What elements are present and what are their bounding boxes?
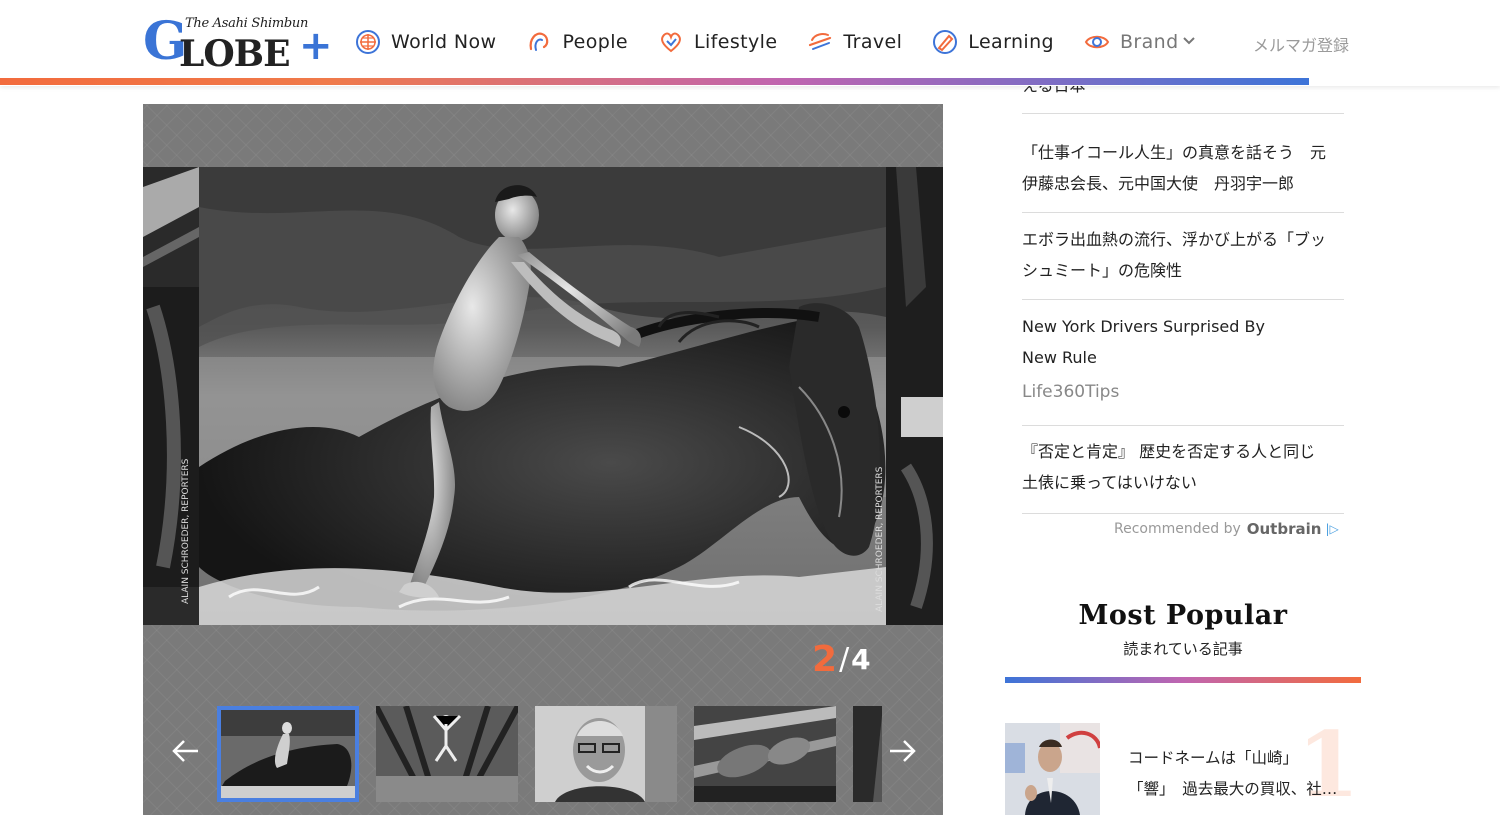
popular-item-thumbnail — [1005, 723, 1100, 815]
popular-item[interactable]: 1 コードネームは「山崎」 「響」 過去最大の買収、社… — [1005, 715, 1362, 815]
photo-credit-right: ALAIN SCHROEDER, REPORTERS — [875, 466, 885, 612]
recommended-line: New Rule — [1022, 348, 1097, 367]
most-popular-subtitle: 読まれている記事 — [1123, 640, 1243, 658]
recommended-line: 土俵に乗ってはいけない — [1022, 473, 1197, 492]
nav-lifestyle[interactable]: Lifestyle — [658, 29, 777, 55]
recommended-line: New York Drivers Surprised By — [1022, 317, 1265, 336]
thumbnail-strip — [217, 706, 882, 802]
outbrain-attribution[interactable]: Recommended by Outbrain |▷ — [1114, 520, 1339, 538]
outbrain-logo: Outbrain — [1246, 520, 1322, 538]
thumbnail-smiling-man[interactable] — [535, 706, 677, 802]
recommended-item[interactable]: 「仕事イコール人生」の真意を話そう 元 伊藤忠会長、元中国大使 丹羽宇一郎 — [1022, 137, 1344, 213]
recommended-line: シュミート」の危険性 — [1022, 261, 1183, 280]
recommended-line: 「仕事イコール人生」の真意を話そう 元 — [1022, 143, 1327, 162]
popular-line: 「響」 過去最大の買収、社… — [1128, 780, 1338, 798]
next-photo-peek[interactable] — [886, 167, 943, 625]
recommended-item[interactable]: 『否定と肯定』 歴史を否定する人と同じ 土俵に乗ってはいけない — [1022, 436, 1344, 514]
recommended-line: エボラ出血熱の流行、浮かび上がる「ブッ — [1022, 230, 1327, 249]
pencil-icon — [932, 29, 958, 55]
site-header: G The Asahi Shimbun LOBE + World Now Peo… — [0, 0, 1500, 86]
recommended-item[interactable]: エボラ出血熱の流行、浮かび上がる「ブッ シュミート」の危険性 — [1022, 224, 1344, 300]
thumbnail-jumping-dancer[interactable] — [376, 706, 518, 802]
heart-icon — [658, 29, 684, 55]
newsletter-link[interactable]: メルマガ登録 — [1253, 32, 1349, 56]
globe-icon — [355, 29, 381, 55]
thumbnail-next-partial[interactable] — [853, 706, 882, 802]
nav-travel[interactable]: Travel — [807, 29, 902, 55]
travel-icon — [807, 29, 833, 55]
people-icon — [526, 29, 552, 55]
slide-counter: 2 / 4 — [812, 630, 871, 680]
eye-icon — [1084, 29, 1110, 55]
nav-learning[interactable]: Learning — [932, 29, 1054, 55]
nav-world-now[interactable]: World Now — [355, 29, 496, 55]
recommended-line: 伊藤忠会長、元中国大使 丹羽宇一郎 — [1022, 174, 1295, 193]
next-arrow-icon[interactable] — [887, 736, 917, 766]
nav-label: Brand — [1119, 31, 1179, 53]
nav-label: Travel — [843, 31, 903, 53]
nav-label: Learning — [968, 31, 1054, 53]
sponsored-source: Life360Tips — [1022, 382, 1120, 402]
popular-item-title: コードネームは「山崎」 「響」 過去最大の買収、社… — [1128, 743, 1362, 805]
slide-separator: / — [839, 642, 850, 677]
prev-arrow-icon[interactable] — [171, 736, 201, 766]
photo-credit-left: ALAIN SCHROEDER, REPORTERS — [181, 458, 191, 604]
most-popular-title: Most Popular — [1078, 600, 1288, 631]
nav-people[interactable]: People — [526, 29, 628, 55]
popular-line: コードネームは「山崎」 — [1128, 749, 1299, 767]
adchoices-icon: |▷ — [1325, 522, 1339, 536]
outbrain-prefix: Recommended by — [1114, 521, 1241, 537]
recommended-line: 『否定と肯定』 歴史を否定する人と同じ — [1022, 442, 1316, 461]
header-gradient-bar — [0, 78, 1309, 85]
logo-wordmark: LOBE — [179, 33, 291, 75]
slide-total: 4 — [851, 643, 871, 676]
nav-brand-dropdown[interactable]: Brand — [1084, 29, 1195, 55]
nav-label: Lifestyle — [694, 31, 778, 53]
nav-label: People — [562, 31, 628, 53]
chevron-down-icon — [1182, 34, 1195, 50]
recommended-item-sponsored[interactable]: New York Drivers Surprised By New Rule L… — [1022, 311, 1344, 426]
main-photo-boy-on-horse[interactable] — [199, 167, 886, 625]
logo-plus: + — [299, 23, 333, 69]
main-nav: World Now People Lifestyle Travel Learni… — [355, 26, 1225, 58]
globe-plus-logo[interactable]: G The Asahi Shimbun LOBE + — [143, 14, 333, 75]
most-popular-gradient-bar — [1005, 677, 1361, 683]
logo-tagline: The Asahi Shimbun — [185, 16, 309, 31]
thumbnail-boy-on-horse[interactable] — [217, 706, 359, 802]
nav-label: World Now — [391, 31, 497, 53]
slide-current: 2 — [812, 639, 838, 680]
thumbnail-hands-on-rope[interactable] — [694, 706, 836, 802]
photo-gallery: ALAIN SCHROEDER, REPORTERS ALAIN SCHROED… — [143, 104, 943, 815]
